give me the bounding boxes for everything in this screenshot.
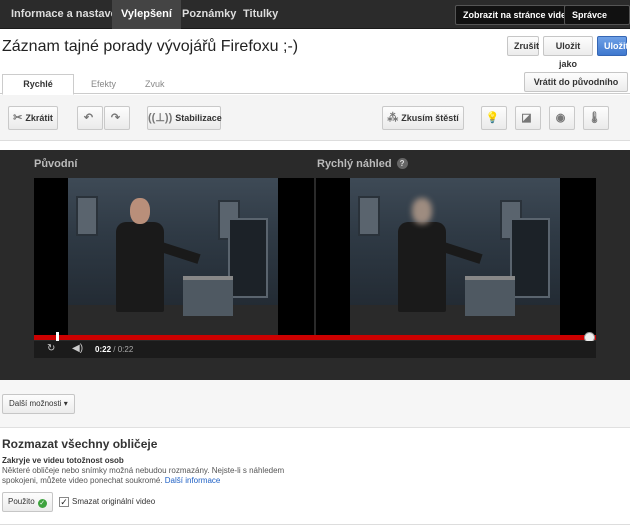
scissors-icon: ✂ (13, 112, 23, 124)
quick-preview-video-player[interactable] (316, 178, 596, 335)
floor (68, 305, 278, 335)
wall-panel (76, 196, 98, 236)
console (465, 276, 515, 316)
original-video-frame (68, 178, 278, 335)
save-as-button[interactable]: Uložit jako (543, 36, 593, 69)
blur-faces-description: Některé obličeje nebo snímky možná nebud… (2, 466, 285, 475)
revert-button[interactable]: Vrátit do původního stavu (524, 72, 628, 105)
rotate-right-icon: ↷ (110, 112, 121, 124)
help-icon[interactable]: ? (396, 158, 408, 169)
learn-more-link[interactable]: Další informace (165, 476, 221, 485)
applied-button[interactable]: Použito ✓ (2, 492, 53, 512)
feeling-lucky-button[interactable]: ⁂ Zkusím štěstí (382, 106, 464, 130)
console (183, 276, 233, 316)
delete-original-label: Smazat originální video (72, 497, 156, 506)
contrast-icon: ◪ (521, 112, 532, 124)
contrast-button[interactable]: ◪ (515, 106, 541, 130)
blur-faces-description-2: spokojeni, můžete video ponechat soukrom… (2, 476, 220, 485)
top-navigation: Informace a nastavení Vylepšení Poznámky… (0, 0, 630, 38)
blur-faces-title: Rozmazat všechny obličeje (2, 437, 158, 451)
preview-video-frame (350, 178, 560, 335)
stabilize-label: Stabilizace (175, 113, 222, 123)
tab-captions[interactable]: Titulky (234, 0, 287, 29)
more-options-section (0, 380, 630, 428)
chevron-down-icon: ▾ (63, 399, 68, 408)
stabilize-icon: ((⊥)) (148, 112, 173, 124)
blur-faces-text: spokojeni, můžete video ponechat soukrom… (2, 476, 163, 485)
volume-icon[interactable]: ◀) (72, 343, 83, 354)
trim-label: Zkrátit (25, 113, 53, 123)
feeling-lucky-label: Zkusím štěstí (401, 113, 459, 123)
color-temperature-button[interactable]: 🌡 (583, 106, 609, 130)
divider (0, 524, 630, 525)
wall-panel (358, 196, 380, 236)
temperature-icon: 🌡 (587, 112, 602, 124)
save-button[interactable]: Uložit (597, 36, 629, 56)
more-options-label: Další možnosti (9, 399, 62, 408)
person-arm (441, 242, 483, 264)
replay-icon[interactable]: ↻ (47, 343, 55, 354)
tab-effects[interactable]: Efekty (80, 74, 127, 95)
rotate-left-icon: ↶ (83, 112, 94, 124)
applied-label: Použito (8, 497, 35, 506)
person-face (130, 198, 150, 224)
total-time: / 0:22 (113, 345, 134, 354)
progress-bar[interactable] (34, 335, 596, 340)
tab-quick-fixes[interactable]: Rychlé opravy (2, 74, 74, 108)
person-body (398, 222, 446, 312)
tab-audio[interactable]: Zvuk (134, 74, 176, 95)
person-body (116, 222, 164, 312)
delete-original-checkbox[interactable]: ✓ (59, 497, 69, 507)
magic-icon: ⁂ (387, 112, 399, 124)
video-manager-button[interactable]: Správce videí (564, 5, 630, 38)
original-video-player[interactable] (34, 178, 314, 335)
video-title: Záznam tajné porady vývojářů Firefoxu ;-… (2, 38, 299, 55)
view-on-video-page-button[interactable]: Zobrazit na stránce videa (455, 5, 580, 25)
door (510, 218, 550, 298)
more-options-button[interactable]: Další možnosti ▾ (2, 394, 75, 414)
time-display: 0:22 / 0:22 (95, 345, 133, 354)
check-icon: ✓ (37, 499, 47, 508)
saturation-button[interactable]: ◉ (549, 106, 575, 130)
stabilize-button[interactable]: ((⊥)) Stabilizace (147, 106, 222, 130)
quick-preview-label: Rychlý náhled (317, 158, 392, 170)
door (228, 218, 268, 298)
quick-preview-label-container: Rychlý náhled? (317, 158, 408, 170)
tab-enhancements[interactable]: Vylepšení (112, 0, 181, 29)
original-label: Původní (34, 158, 78, 170)
current-time: 0:22 (95, 345, 112, 354)
rotate-left-button[interactable]: ↶ (77, 106, 103, 130)
blurred-face (412, 198, 432, 224)
fill-light-button[interactable]: 💡 (481, 106, 507, 130)
lightbulb-icon: 💡 (485, 112, 500, 124)
trim-button[interactable]: ✂ Zkrátit (8, 106, 58, 130)
cancel-button[interactable]: Zrušit (507, 36, 539, 56)
person-arm (159, 242, 201, 264)
rotate-right-button[interactable]: ↷ (104, 106, 130, 130)
floor (350, 305, 560, 335)
blur-faces-subtitle: Zakryje ve videu totožnost osob (2, 456, 124, 465)
saturation-icon: ◉ (555, 112, 566, 124)
